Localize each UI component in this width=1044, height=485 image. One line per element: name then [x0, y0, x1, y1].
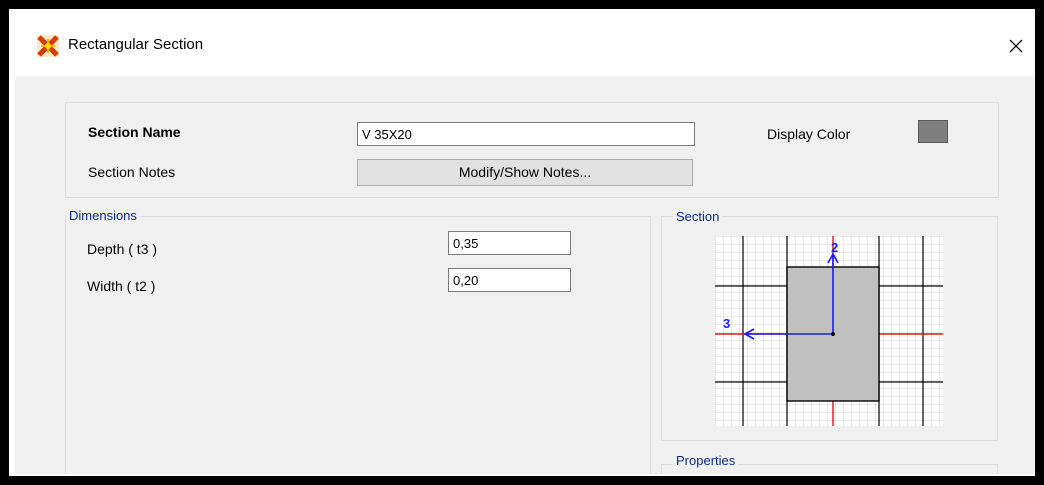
close-icon	[1009, 39, 1023, 53]
width-input[interactable]	[448, 268, 571, 292]
modify-show-notes-button[interactable]: Modify/Show Notes...	[357, 159, 693, 186]
section-notes-label: Section Notes	[88, 164, 176, 180]
etabs-app-icon	[37, 35, 59, 57]
axis-2-label: 2	[831, 240, 838, 255]
window-title: Rectangular Section	[68, 36, 204, 53]
section-preview-canvas: 2 3	[715, 236, 943, 426]
section-name-label: Section Name	[88, 124, 181, 140]
close-button[interactable]	[998, 28, 1034, 64]
section-caption: Section	[673, 209, 723, 224]
rectangular-section-dialog: Rectangular Section Section Name Section…	[15, 16, 1034, 474]
depth-label: Depth ( t3 )	[87, 241, 158, 257]
depth-input[interactable]	[448, 231, 571, 255]
dimensions-caption: Dimensions	[66, 208, 140, 223]
display-color-label: Display Color	[767, 126, 851, 142]
section-name-input[interactable]	[357, 122, 695, 146]
axis-3-label: 3	[723, 316, 730, 331]
display-color-button[interactable]	[918, 120, 948, 143]
title-bar: Rectangular Section	[15, 16, 1034, 76]
width-label: Width ( t2 )	[87, 278, 156, 294]
properties-caption: Properties	[673, 453, 739, 468]
